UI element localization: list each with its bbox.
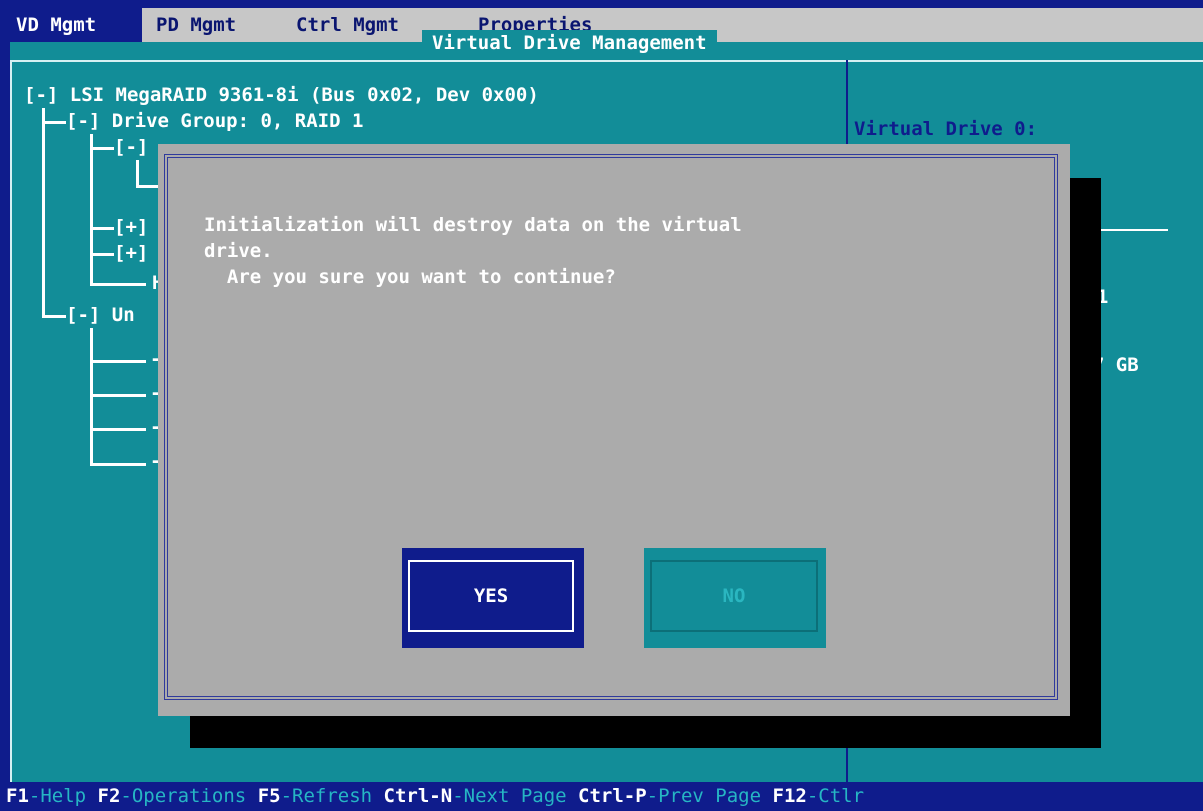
- tree-branch-line: [136, 185, 158, 188]
- tree-unconfigured-label: Un: [111, 304, 135, 326]
- key-ctrl-p: Ctrl-P: [578, 785, 647, 807]
- dialog-message: Initialization will destroy data on the …: [204, 212, 742, 290]
- status-bar: F1-Help F2-Operations F5-Refresh Ctrl-N-…: [0, 782, 1203, 811]
- no-button-label: NO: [650, 560, 818, 632]
- key-ctrl-n: Ctrl-N: [383, 785, 453, 807]
- tree-branch-line: [42, 121, 66, 124]
- tree-drive-group[interactable]: [-] Drive Group: 0, RAID 1: [66, 108, 363, 134]
- panel-frame-left: [10, 60, 12, 782]
- tree-branch-line: [90, 428, 146, 431]
- tree-branch-line: [90, 227, 114, 230]
- confirm-dialog: Initialization will destroy data on the …: [158, 144, 1070, 716]
- tree-branch-line: [42, 108, 45, 318]
- yes-button[interactable]: YES: [402, 548, 584, 648]
- tree-virtual-drives[interactable]: [-]: [114, 134, 148, 160]
- tab-vd-mgmt[interactable]: VD Mgmt: [10, 8, 142, 42]
- key-f5-desc: -Refresh: [280, 785, 384, 807]
- no-button[interactable]: NO: [644, 548, 826, 648]
- dialog-message-line1: Initialization will destroy data on the …: [204, 214, 742, 236]
- tree-branch-line: [90, 328, 93, 466]
- tree-branch-line: [90, 283, 146, 286]
- key-ctrl-p-desc: -Prev Page: [646, 785, 773, 807]
- tree-controller-label: LSI MegaRAID 9361-8i (Bus 0x02, Dev 0x00…: [69, 84, 539, 106]
- tree-drive-group-prefix: [-]: [66, 110, 112, 132]
- tree-controller[interactable]: [-] LSI MegaRAID 9361-8i (Bus 0x02, Dev …: [24, 82, 539, 108]
- tab-ctrl-mgmt[interactable]: Ctrl Mgmt: [296, 8, 399, 42]
- tree-controller-prefix: [-]: [24, 84, 70, 106]
- panel-frame-top: [10, 60, 1203, 62]
- key-f2: F2: [97, 785, 121, 807]
- key-ctrl-n-desc: -Next Page: [452, 785, 579, 807]
- tree-branch-line: [90, 253, 114, 256]
- key-f12: F12: [772, 785, 807, 807]
- tab-pd-mgmt[interactable]: PD Mgmt: [156, 8, 236, 42]
- virtual-drive-details-title: Virtual Drive 0:: [854, 118, 1038, 140]
- tree-drives[interactable]: [+]: [114, 214, 148, 240]
- yes-button-label: YES: [408, 560, 574, 632]
- tree-branch-line: [90, 463, 146, 466]
- tree-branch-line: [90, 394, 146, 397]
- tree-drive-group-label: Drive Group: 0, RAID 1: [111, 110, 364, 132]
- tree-branch-line: [42, 315, 66, 318]
- tree-unconfigured[interactable]: [-] Un: [66, 302, 135, 328]
- dialog-message-line2: drive.: [204, 240, 273, 262]
- tree-branch-line: [90, 360, 146, 363]
- key-f5: F5: [257, 785, 281, 807]
- tree-drives-prefix: [+]: [114, 216, 149, 238]
- panel-title: Virtual Drive Management: [422, 30, 717, 56]
- tree-branch-line: [136, 160, 139, 188]
- dialog-message-line3: Are you sure you want to continue?: [204, 266, 616, 288]
- key-f12-desc: -Ctlr: [806, 785, 865, 807]
- tree-unconfigured-prefix: [-]: [66, 304, 112, 326]
- tree-virtual-drives-prefix: [-]: [114, 136, 149, 158]
- key-f1: F1: [6, 785, 29, 807]
- tree-available-size[interactable]: [+]: [114, 240, 148, 266]
- bios-screen: VD Mgmt PD Mgmt Ctrl Mgmt Properties Vir…: [0, 0, 1203, 811]
- key-f2-desc: -Operations: [120, 785, 258, 807]
- key-f1-desc: -Help: [28, 785, 98, 807]
- tree-branch-line: [90, 147, 114, 150]
- tree-branch-line: [90, 134, 93, 286]
- tree-available-size-prefix: [+]: [114, 242, 149, 264]
